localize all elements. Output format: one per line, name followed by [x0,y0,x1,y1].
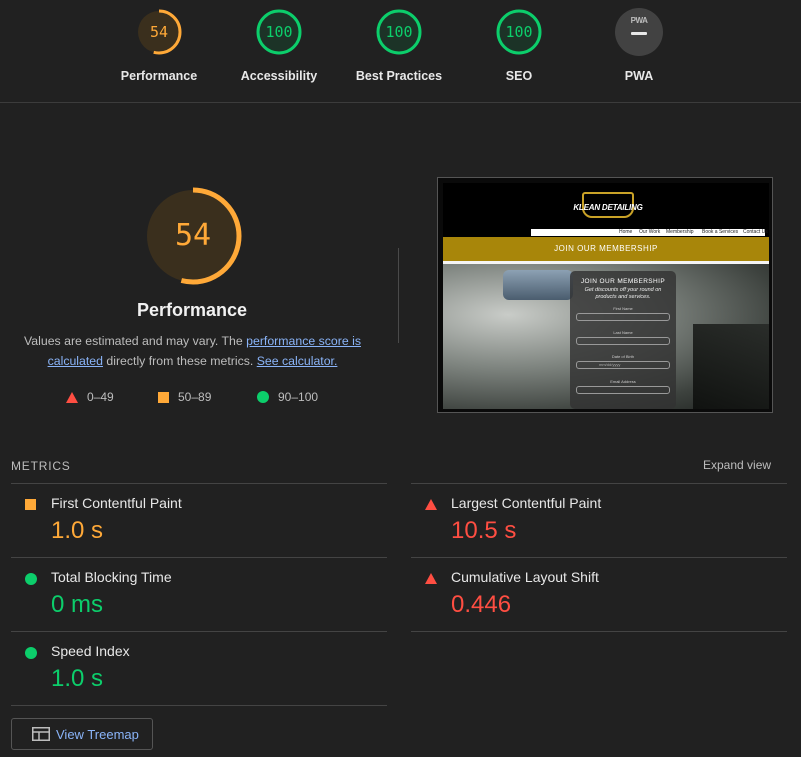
form-field-label: Date of Birth [611,354,635,359]
metric-name: Speed Index [51,643,130,659]
form-field-label: Email Address [610,379,636,384]
red-triangle-icon [66,391,78,403]
metric-first-contentful-paint: First Contentful Paint 1.0 s [11,484,387,557]
metric-value: 10.5 s [451,517,517,544]
legend-average: 50–89 [158,390,211,404]
site-nav-item: Membership [666,229,694,235]
site-nav-item: Contact Us [743,229,768,235]
view-treemap-button[interactable]: View Treemap [11,718,153,750]
green-circle-icon [25,647,37,659]
metric-value: 1.0 s [51,665,104,692]
desc-middle: directly from these metrics. [102,354,257,368]
gauge-label: SEO [505,69,533,83]
gauge-pwa[interactable]: PWA PWA [579,8,699,83]
treemap-icon [32,727,50,741]
gauge-ring: 100 [255,8,303,56]
legend-pass: 90–100 [257,390,318,404]
metric-speed-index: Speed Index 1.0 s [11,632,387,705]
gauge-ring: 54 [135,8,183,56]
metric-name: First Contentful Paint [51,495,182,511]
legend-range: 50–89 [178,390,212,404]
legend-range: 0–49 [87,390,114,404]
form-field-input [576,337,670,345]
performance-title: Performance [136,300,248,320]
header-divider [0,102,801,103]
metric-divider [11,705,387,706]
pwa-badge-text: PWA [630,16,648,25]
see-calculator-link[interactable]: See calculator. [257,354,338,368]
metric-name: Largest Contentful Paint [451,495,602,511]
gauge-label: Best Practices [355,69,443,83]
site-signup-form: JOIN OUR MEMBERSHIP Get discounts off yo… [570,271,676,409]
gauge-score: 100 [265,23,293,41]
site-logo-text: KLEAN DETAILING [573,203,643,212]
gauge-label: PWA [624,69,654,83]
gauge-label: Accessibility [240,69,318,83]
form-subtitle: Get discounts off your round on products… [584,287,662,300]
form-field-input: mm/dd/yyyy [576,361,670,369]
site-banner: JOIN OUR MEMBERSHIP [443,237,769,261]
gauge-score: 54 [149,23,169,41]
gauge-label: Performance [120,69,198,83]
orange-square-icon [158,391,169,403]
metric-value: 1.0 s [51,517,104,544]
form-field-label: Last Name [613,330,633,335]
performance-score: 54 [174,218,212,253]
performance-gauge-large: 54 [143,186,243,286]
red-triangle-icon [425,499,437,510]
gauge-ring: 100 [375,8,423,56]
gauge-seo[interactable]: 100 SEO [459,8,579,83]
date-placeholder: mm/dd/yyyy [599,362,621,367]
metric-largest-contentful-paint: Largest Contentful Paint 10.5 s [411,484,787,557]
metric-name: Cumulative Layout Shift [451,569,599,585]
metrics-title: METRICS [11,459,71,473]
site-nav-item: Book a Services [702,229,739,235]
site-nav-item: Our Work [639,229,661,235]
final-screenshot[interactable]: KLEAN DETAILING Home Our Work Membership… [437,177,773,413]
gauge-best-practices[interactable]: 100 Best Practices [339,8,459,83]
green-circle-icon [257,391,269,403]
pwa-dash-icon [631,32,647,35]
gauge-score: 100 [505,23,533,41]
pwa-ring: PWA [615,8,663,56]
orange-square-icon [25,499,36,510]
metric-name: Total Blocking Time [51,569,172,585]
metric-total-blocking-time: Total Blocking Time 0 ms [11,558,387,631]
legend-fail: 0–49 [66,390,114,404]
view-treemap-label: View Treemap [56,727,139,742]
site-hero-photo: JOIN OUR MEMBERSHIP Get discounts off yo… [443,264,769,409]
performance-description: Values are estimated and may vary. The p… [20,331,365,371]
form-field-label: First Name [613,306,633,311]
metric-value: 0 ms [51,591,104,618]
gauge-accessibility[interactable]: 100 Accessibility [219,8,339,83]
site-header: KLEAN DETAILING Home Our Work Membership… [443,183,769,237]
form-field-input [576,313,670,321]
desc-prefix: Values are estimated and may vary. The [24,334,247,348]
metric-value: 0.446 [451,591,512,618]
metric-divider [411,631,787,632]
site-banner-text: JOIN OUR MEMBERSHIP [554,244,658,253]
pwa-badge-icon: PWA [615,8,663,56]
red-triangle-icon [425,573,437,584]
hero-cloth [503,270,573,300]
form-title: JOIN OUR MEMBERSHIP [580,278,666,285]
form-field-input [576,386,670,394]
gauge-performance[interactable]: 54 Performance [99,8,219,83]
gauge-ring: 100 [495,8,543,56]
gauge-score: 100 [385,23,413,41]
site-nav: Home Our Work Membership Book a Services… [531,229,768,236]
metric-cumulative-layout-shift: Cumulative Layout Shift 0.446 [411,558,787,631]
site-nav-item: Home [619,229,633,235]
expand-view-button[interactable]: Expand view [703,458,771,472]
hero-shadow [693,324,769,409]
legend-range: 90–100 [278,390,319,404]
vertical-divider [398,248,399,343]
green-circle-icon [25,573,37,585]
